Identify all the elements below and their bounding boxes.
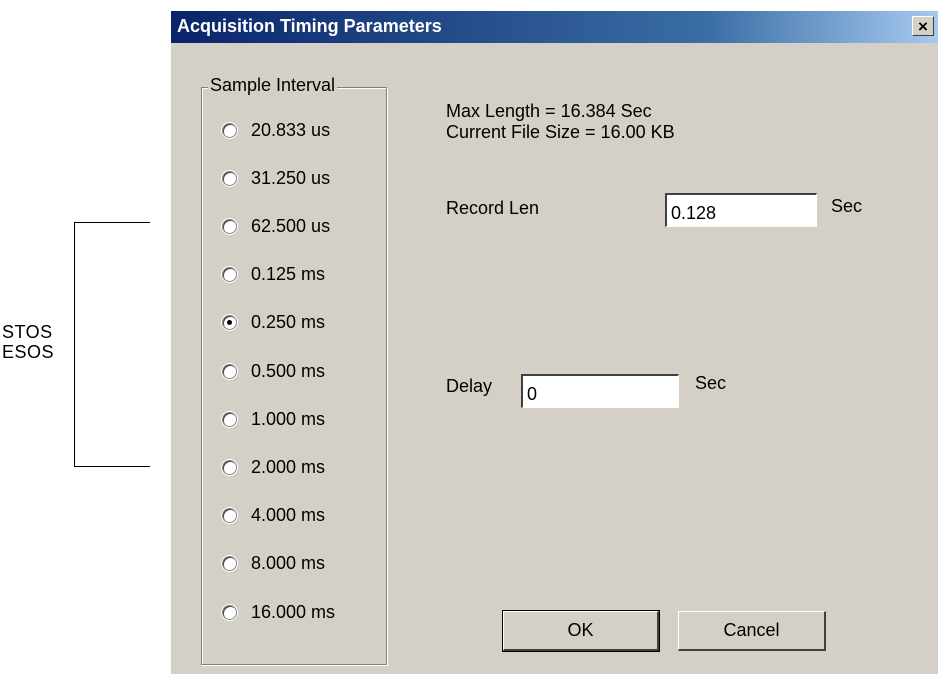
file-size-text: Current File Size = 16.00 KB bbox=[446, 122, 675, 142]
sample-interval-option[interactable]: 1.000 ms bbox=[222, 407, 325, 431]
title-bar[interactable]: Acquisition Timing Parameters × bbox=[171, 11, 938, 43]
close-button[interactable]: × bbox=[912, 16, 934, 36]
ok-button[interactable]: OK bbox=[502, 610, 660, 652]
sample-interval-label: Sample Interval bbox=[208, 75, 338, 96]
sample-interval-option[interactable]: 62.500 us bbox=[222, 214, 330, 238]
radio-checked-icon[interactable] bbox=[222, 315, 237, 331]
delay-input[interactable] bbox=[521, 374, 679, 408]
sample-interval-option-label: 4.000 ms bbox=[251, 505, 326, 526]
sample-interval-option[interactable]: 4.000 ms bbox=[222, 504, 325, 528]
max-length-text: Max Length = 16.384 Sec bbox=[446, 101, 652, 121]
sample-interval-option-label: 1.000 ms bbox=[251, 408, 326, 429]
radio-unchecked-icon[interactable] bbox=[222, 267, 237, 283]
delay-unit: Sec bbox=[695, 373, 727, 393]
delay-label: Delay bbox=[446, 376, 493, 396]
radio-unchecked-icon[interactable] bbox=[222, 411, 237, 427]
sample-interval-option[interactable]: 16.000 ms bbox=[222, 600, 335, 624]
radio-unchecked-icon[interactable] bbox=[222, 508, 237, 524]
acquisition-dialog: Acquisition Timing Parameters × Sample I… bbox=[170, 10, 938, 674]
sample-interval-option[interactable]: 0.125 ms bbox=[222, 263, 325, 287]
sample-interval-option-label: 31.250 us bbox=[251, 167, 331, 188]
sample-interval-option[interactable]: 0.500 ms bbox=[222, 359, 325, 383]
bracket-bottom-tick bbox=[74, 466, 150, 467]
radio-unchecked-icon[interactable] bbox=[222, 459, 237, 475]
annotation-esos: ESOS bbox=[2, 342, 55, 362]
sample-interval-option[interactable]: 31.250 us bbox=[222, 166, 330, 190]
bracket-top-tick bbox=[74, 222, 150, 223]
annotation-stos: STOS bbox=[2, 322, 53, 342]
sample-interval-option-label: 2.000 ms bbox=[251, 456, 326, 477]
sample-interval-option[interactable]: 0.250 ms bbox=[222, 311, 325, 335]
sample-interval-option-label: 0.250 ms bbox=[251, 312, 326, 333]
sample-interval-option-label: 0.500 ms bbox=[251, 360, 326, 381]
sample-interval-option-label: 0.125 ms bbox=[251, 264, 326, 285]
radio-unchecked-icon[interactable] bbox=[222, 218, 237, 234]
sample-interval-option-label: 20.833 us bbox=[251, 119, 331, 140]
sample-interval-option[interactable]: 2.000 ms bbox=[222, 455, 325, 479]
radio-unchecked-icon[interactable] bbox=[222, 170, 237, 186]
radio-unchecked-icon[interactable] bbox=[222, 556, 237, 572]
close-icon: × bbox=[918, 16, 928, 36]
radio-unchecked-icon[interactable] bbox=[222, 604, 237, 620]
sample-interval-option-label: 62.500 us bbox=[251, 215, 331, 236]
bracket-line bbox=[74, 222, 75, 466]
sample-interval-option[interactable]: 20.833 us bbox=[222, 118, 330, 142]
sample-interval-option[interactable]: 8.000 ms bbox=[222, 552, 325, 576]
cancel-button[interactable]: Cancel bbox=[678, 611, 826, 651]
dialog-title: Acquisition Timing Parameters bbox=[177, 16, 442, 36]
sample-interval-option-label: 16.000 ms bbox=[251, 601, 336, 622]
radio-unchecked-icon[interactable] bbox=[222, 363, 237, 379]
radio-unchecked-icon[interactable] bbox=[222, 122, 237, 138]
record-len-input[interactable] bbox=[665, 193, 817, 227]
record-len-label: Record Len bbox=[446, 198, 540, 218]
sample-interval-group: Sample Interval 20.833 us 31.250 us 62.500… bbox=[201, 75, 387, 665]
sample-interval-option-label: 8.000 ms bbox=[251, 553, 326, 574]
record-len-unit: Sec bbox=[831, 196, 863, 216]
